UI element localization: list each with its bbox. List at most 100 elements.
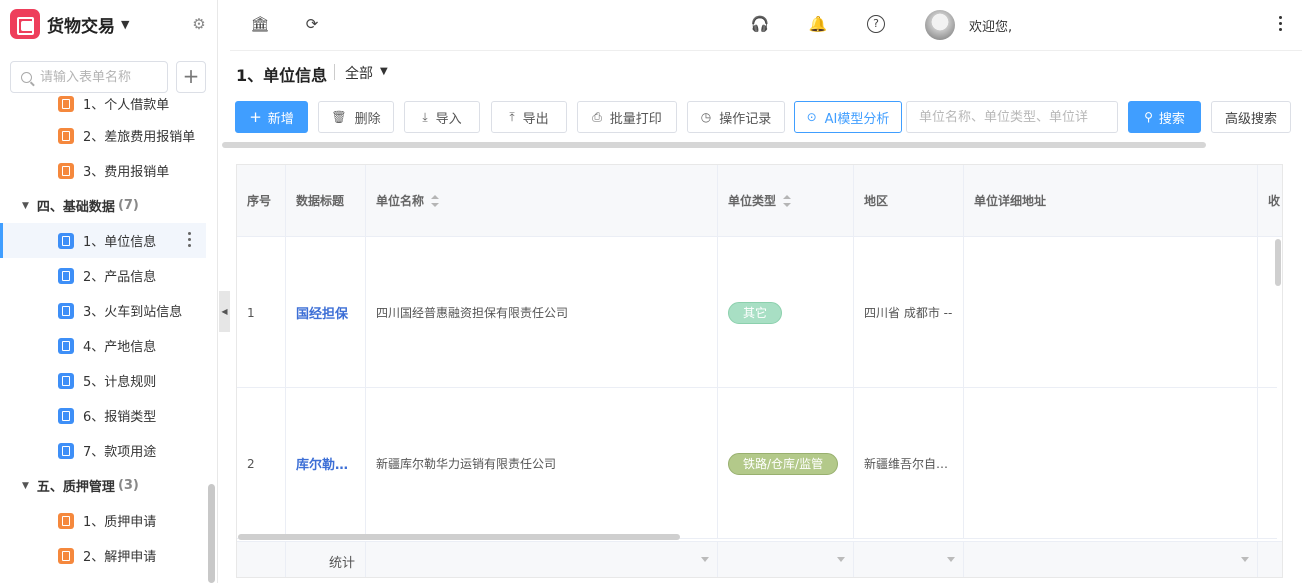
status-badge: 其它 xyxy=(728,301,783,324)
form-icon xyxy=(58,127,74,144)
cell-title-link[interactable]: 库尔勒… xyxy=(286,388,366,539)
cell-address xyxy=(964,237,1258,388)
sidebar-group-basic-data[interactable]: ▼ 四、基础数据 (7) xyxy=(0,188,206,223)
refresh-icon[interactable]: ⟳ xyxy=(302,14,322,34)
caret-down-icon[interactable]: ▼ xyxy=(380,66,388,77)
column-header-unit-type[interactable]: 单位类型 xyxy=(718,165,854,237)
column-header-region: 地区 xyxy=(854,165,964,237)
ai-analysis-button[interactable]: ⊙ AI模型分析 xyxy=(794,101,902,133)
add-button[interactable]: + 新增 xyxy=(235,101,308,133)
sidebar-item-train-station[interactable]: 3、火车到站信息 xyxy=(0,293,206,328)
headset-icon[interactable]: 🎧 xyxy=(750,14,770,34)
table-row[interactable]: 1 国经担保 四川国经普惠融资担保有限责任公司 其它 四川省 成都市 -- xyxy=(237,237,1277,388)
table-row[interactable]: 2 库尔勒… 新疆库尔勒华力运销有限责任公司 铁路/仓库/监管 新疆维吾尔自… xyxy=(237,388,1277,539)
sidebar-item-fund-purpose[interactable]: 7、款项用途 xyxy=(0,433,206,468)
sidebar-item-expense[interactable]: 3、费用报销单 xyxy=(0,153,206,188)
delete-button[interactable]: 🗑 删除 xyxy=(318,101,394,133)
sidebar-item-product-info[interactable]: 2、产品信息 xyxy=(0,258,206,293)
welcome-text: 欢迎您, xyxy=(969,20,1013,35)
sidebar: 货物交易 ▼ ⚙ + 1、个人借款单 2、差旅费用报销单 3、费用报销单 ▼ 四… xyxy=(0,0,218,583)
footer-cell[interactable] xyxy=(718,542,854,577)
footer-cell[interactable] xyxy=(366,542,718,577)
caret-down-icon[interactable] xyxy=(1241,557,1249,562)
form-icon xyxy=(58,96,74,112)
title-divider xyxy=(334,64,335,80)
bank-icon[interactable]: 🏛 xyxy=(250,14,270,34)
robot-icon: ⊙ xyxy=(806,110,817,124)
footer-stat-label: 统计 xyxy=(286,542,366,577)
form-icon xyxy=(58,547,74,564)
toolbar-scrollbar[interactable] xyxy=(222,142,1206,148)
table-vertical-scrollbar[interactable] xyxy=(1275,239,1281,286)
advanced-search-button[interactable]: 高级搜索 xyxy=(1211,101,1291,133)
form-icon xyxy=(58,407,74,424)
app-logo-icon xyxy=(10,9,40,39)
brand[interactable]: 货物交易 ▼ xyxy=(10,9,129,39)
sidebar-item-pledge-apply[interactable]: 1、质押申请 xyxy=(0,503,206,538)
cell-index: 2 xyxy=(237,388,286,539)
caret-down-icon[interactable] xyxy=(701,557,709,562)
cell-region: 新疆维吾尔自… xyxy=(854,388,964,539)
collapse-sidebar-button[interactable]: ◀ xyxy=(219,291,230,332)
page-title: 1、单位信息 xyxy=(236,66,328,85)
gear-icon[interactable]: ⚙ xyxy=(190,15,208,33)
table-search xyxy=(906,101,1118,133)
column-header-unit-name[interactable]: 单位名称 xyxy=(366,165,718,237)
operation-log-button[interactable]: ◷ 操作记录 xyxy=(687,101,785,133)
download-icon: ⤓ xyxy=(422,109,428,124)
cell-address xyxy=(964,388,1258,539)
cell-unit-type: 其它 xyxy=(718,237,854,388)
add-form-button[interactable]: + xyxy=(176,61,206,93)
form-icon xyxy=(58,267,74,284)
sidebar-group-pledge[interactable]: ▼ 五、质押管理 (3) xyxy=(0,468,206,503)
sidebar-item-unit-info[interactable]: 1、单位信息 xyxy=(0,223,206,258)
form-icon xyxy=(58,442,74,459)
bell-icon[interactable]: 🔔 xyxy=(808,14,828,34)
cell-unit-type: 铁路/仓库/监管 xyxy=(718,388,854,539)
trash-icon: 🗑 xyxy=(331,110,347,124)
form-icon xyxy=(58,232,74,249)
sidebar-item-travel-expense[interactable]: 2、差旅费用报销单 xyxy=(0,118,206,153)
export-button[interactable]: ⤒ 导出 xyxy=(491,101,567,133)
table-footer: 统计 xyxy=(237,541,1282,577)
batch-print-button[interactable]: ⎙ 批量打印 xyxy=(577,101,677,133)
column-header-address: 单位详细地址 xyxy=(964,165,1258,237)
cell-title-link[interactable]: 国经担保 xyxy=(286,237,366,388)
sidebar-item-reimburse-type[interactable]: 6、报销类型 xyxy=(0,398,206,433)
table-search-input[interactable] xyxy=(919,109,1114,125)
column-header-title: 数据标题 xyxy=(286,165,366,237)
footer-cell xyxy=(237,542,286,577)
printer-icon: ⎙ xyxy=(592,109,602,124)
sidebar-item-interest-rule[interactable]: 5、计息规则 xyxy=(0,363,206,398)
form-search-input[interactable] xyxy=(40,69,165,85)
plus-icon: + xyxy=(249,108,262,126)
avatar[interactable] xyxy=(925,10,955,40)
cell-index: 1 xyxy=(237,237,286,388)
import-button[interactable]: ⤓ 导入 xyxy=(404,101,480,133)
view-filter[interactable]: 全部 xyxy=(345,63,373,83)
footer-cell[interactable] xyxy=(854,542,964,577)
help-icon[interactable]: ? xyxy=(867,15,885,33)
caret-down-icon[interactable] xyxy=(837,557,845,562)
search-icon xyxy=(21,71,32,83)
caret-down-icon[interactable] xyxy=(947,557,955,562)
footer-cell[interactable] xyxy=(964,542,1258,577)
form-icon xyxy=(58,337,74,354)
search-button[interactable]: ⚲ 搜索 xyxy=(1128,101,1201,133)
cell-unit-name: 新疆库尔勒华力运销有限责任公司 xyxy=(366,388,718,539)
cell-unit-name: 四川国经普惠融资担保有限责任公司 xyxy=(366,237,718,388)
sidebar-item-release-apply[interactable]: 2、解押申请 xyxy=(0,538,206,573)
search-icon: ⚲ xyxy=(1144,110,1153,124)
sort-icon[interactable] xyxy=(783,194,792,207)
column-header-partial: 收 xyxy=(1258,165,1282,237)
form-icon xyxy=(58,512,74,529)
form-icon xyxy=(58,302,74,319)
more-options-icon[interactable] xyxy=(188,232,192,249)
column-header-index: 序号 xyxy=(237,165,286,237)
sidebar-scrollbar[interactable] xyxy=(208,484,215,583)
more-options-icon[interactable] xyxy=(1279,16,1282,33)
sidebar-item-origin-info[interactable]: 4、产地信息 xyxy=(0,328,206,363)
data-table: 序号 数据标题 单位名称 单位类型 地区 单位详细地址 收 1 国经担保 四川国… xyxy=(236,164,1283,578)
sort-icon[interactable] xyxy=(431,194,440,207)
table-horizontal-scrollbar[interactable] xyxy=(238,534,680,540)
